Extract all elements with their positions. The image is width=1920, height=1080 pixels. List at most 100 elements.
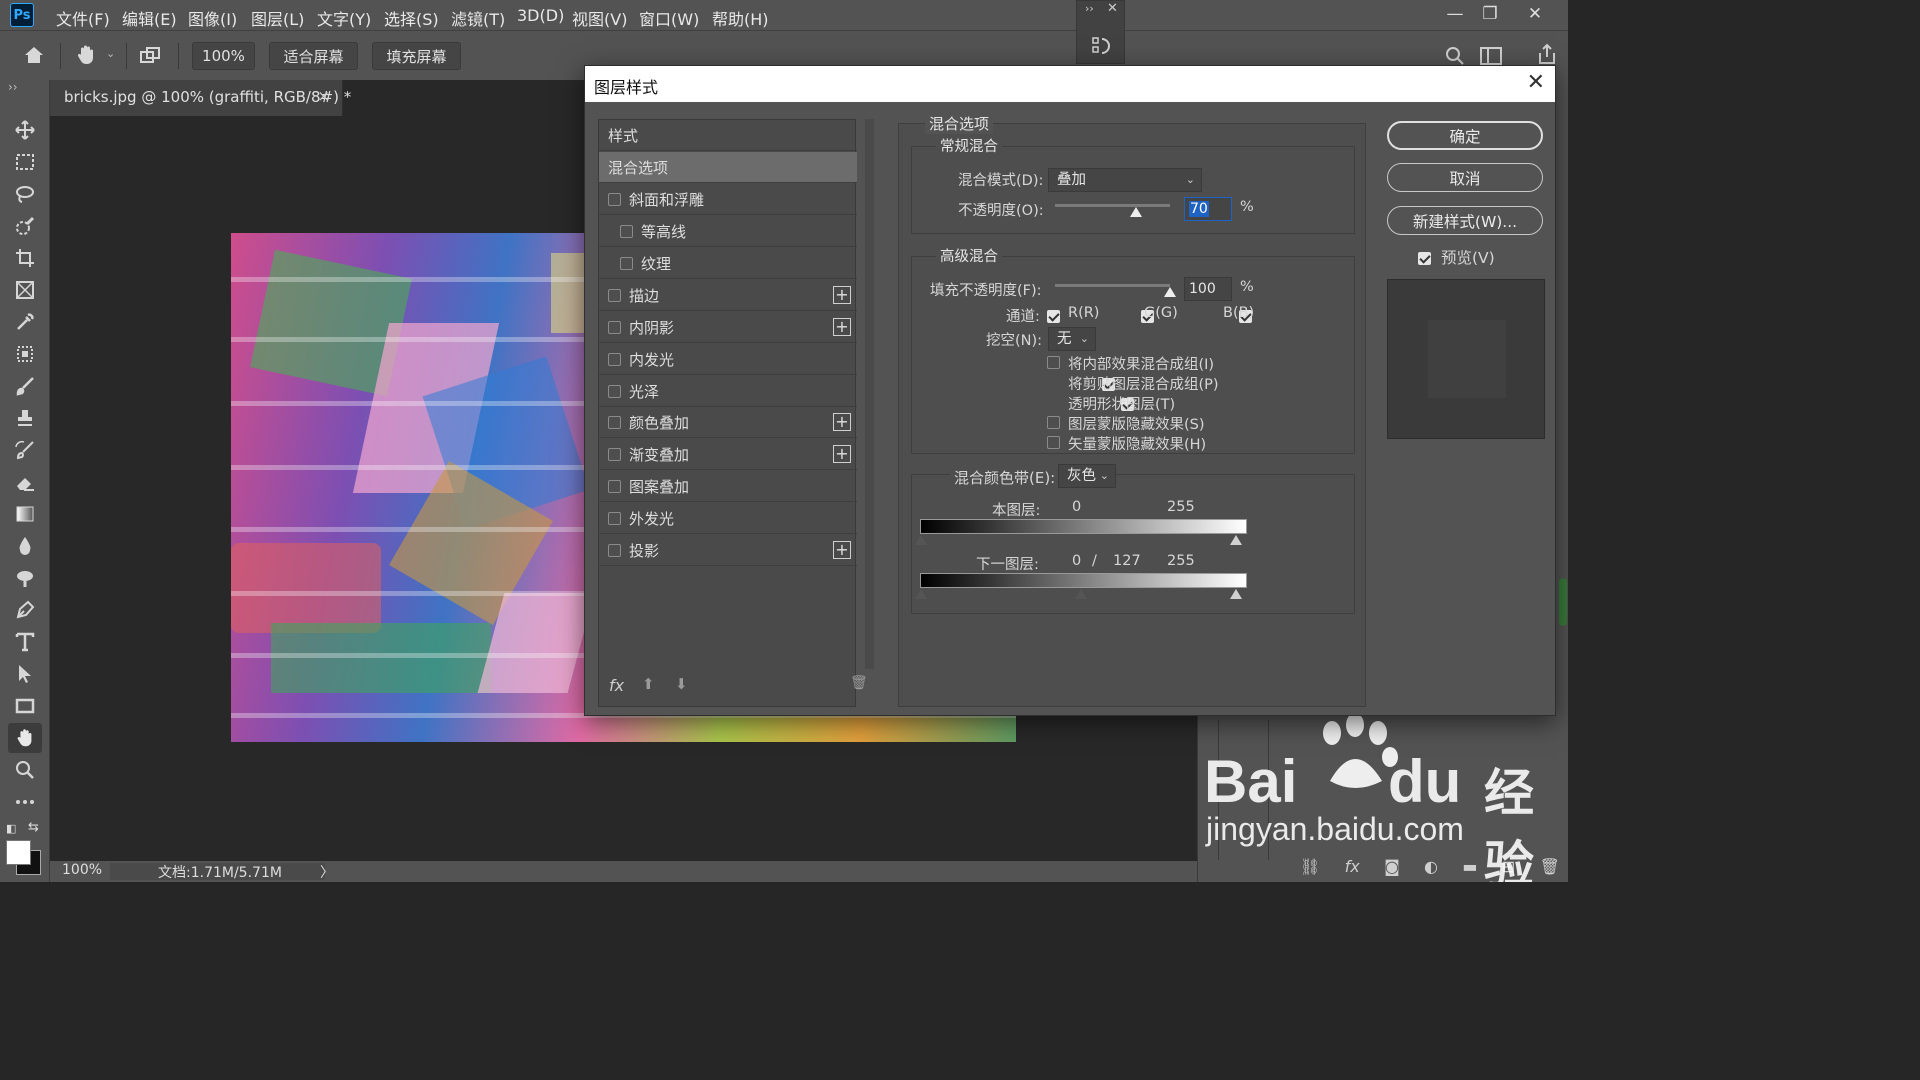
expand-panels-icon[interactable]: ›› [1085, 2, 1094, 15]
swap-colors-icon[interactable]: ⇆ [28, 820, 39, 835]
layer-mask-hides-checkbox[interactable] [1047, 416, 1060, 429]
style-checkbox[interactable] [608, 543, 621, 557]
style-checkbox[interactable] [620, 256, 633, 270]
chevron-down-icon[interactable]: ⌄ [106, 47, 115, 60]
style-checkbox[interactable] [620, 224, 633, 238]
style-item-inner-shadow[interactable]: 内阴影 + [599, 312, 857, 343]
type-tool-icon[interactable] [8, 627, 42, 657]
eraser-tool-icon[interactable] [8, 467, 42, 497]
style-checkbox[interactable] [608, 415, 621, 429]
opacity-slider[interactable] [1055, 204, 1170, 207]
new-group-icon[interactable]: ▬ [1462, 857, 1477, 876]
menu-type[interactable]: 文字(Y) [317, 6, 371, 30]
layer-fx-icon[interactable]: fx [1345, 857, 1360, 876]
style-item-inner-glow[interactable]: 内发光 [599, 344, 857, 375]
stamp-tool-icon[interactable] [8, 403, 42, 433]
link-layers-icon[interactable]: ⛓ [1300, 857, 1320, 876]
style-item-drop-shadow[interactable]: 投影 + [599, 535, 857, 566]
menu-file[interactable]: 文件(F) [56, 6, 110, 30]
fill-opacity-slider-thumb[interactable] [1164, 287, 1176, 297]
preview-checkbox[interactable] [1418, 252, 1431, 265]
blend-mode-dropdown[interactable]: 叠加 ⌄ [1048, 168, 1202, 192]
menu-window[interactable]: 窗口(W) [639, 6, 699, 30]
style-item-gradient-overlay[interactable]: 渐变叠加 + [599, 439, 857, 470]
fill-opacity-input[interactable]: 100 [1184, 277, 1232, 301]
underlying-gradient-bar[interactable] [920, 573, 1247, 588]
underlying-black-thumb[interactable] [915, 589, 927, 599]
panel-scrollbar[interactable] [1559, 578, 1567, 626]
opacity-slider-thumb[interactable] [1129, 207, 1142, 217]
fill-screen-button[interactable]: 填充屏幕 [372, 42, 461, 70]
hand-tool-icon[interactable] [74, 43, 98, 72]
close-panel-icon[interactable]: ✕ [1107, 1, 1118, 16]
opacity-input[interactable]: 70 [1184, 197, 1232, 221]
style-checkbox[interactable] [608, 511, 621, 525]
add-effect-icon[interactable]: + [833, 286, 851, 304]
style-item-outer-glow[interactable]: 外发光 [599, 503, 857, 534]
fit-screen-button[interactable]: 适合屏幕 [269, 42, 358, 70]
restore-icon[interactable]: ❐ [1475, 2, 1505, 26]
menu-select[interactable]: 选择(S) [384, 6, 439, 30]
style-item-satin[interactable]: 光泽 [599, 376, 857, 407]
style-checkbox[interactable] [608, 352, 621, 366]
fx-menu-icon[interactable]: fx [609, 676, 624, 695]
style-checkbox[interactable] [608, 479, 621, 493]
style-item-contour[interactable]: 等高线 [599, 216, 857, 247]
brush-tool-icon[interactable] [8, 371, 42, 401]
frame-tool-icon[interactable] [8, 275, 42, 305]
delete-effect-icon[interactable]: 🗑 [850, 675, 868, 691]
style-checkbox[interactable] [608, 288, 621, 302]
foreground-color-swatch[interactable] [6, 840, 31, 865]
underlying-split-thumb[interactable] [1075, 589, 1087, 599]
add-effect-icon[interactable]: + [833, 413, 851, 431]
path-selection-tool-icon[interactable] [8, 659, 42, 689]
cancel-button[interactable]: 取消 [1387, 163, 1543, 192]
style-item-texture[interactable]: 纹理 [599, 248, 857, 279]
add-effect-icon[interactable]: + [833, 541, 851, 559]
add-mask-icon[interactable]: ◙ [1384, 857, 1400, 876]
rectangle-tool-icon[interactable] [8, 691, 42, 721]
expand-panel-icon[interactable]: ›› [8, 80, 18, 94]
channel-r-checkbox[interactable] [1047, 310, 1060, 323]
blur-tool-icon[interactable] [8, 531, 42, 561]
new-style-button[interactable]: 新建样式(W)... [1387, 206, 1543, 235]
menu-layer[interactable]: 图层(L) [251, 6, 304, 30]
blend-if-dropdown[interactable]: 灰色 ⌄ [1058, 464, 1116, 488]
hand-tool-active-icon[interactable] [8, 723, 42, 753]
lasso-tool-icon[interactable] [8, 179, 42, 209]
zoom-tool-icon[interactable] [8, 755, 42, 785]
menu-image[interactable]: 图像(I) [188, 6, 237, 30]
ok-button[interactable]: 确定 [1387, 121, 1543, 150]
close-tab-icon[interactable]: × [317, 87, 330, 105]
menu-edit[interactable]: 编辑(E) [122, 6, 177, 30]
status-menu-arrow[interactable]: 〉 [320, 862, 334, 882]
move-up-icon[interactable]: ⬆ [642, 675, 655, 693]
menu-view[interactable]: 视图(V) [572, 6, 627, 30]
style-checkbox[interactable] [608, 384, 621, 398]
history-panel-icon[interactable] [1090, 35, 1112, 62]
menu-help[interactable]: 帮助(H) [712, 6, 769, 30]
dialog-close-icon[interactable]: ✕ [1527, 70, 1545, 95]
quick-selection-tool-icon[interactable] [8, 211, 42, 241]
eyedropper-tool-icon[interactable] [8, 307, 42, 337]
document-tab[interactable]: bricks.jpg @ 100% (graffiti, RGB/8#) * × [50, 80, 351, 116]
more-tools-icon[interactable] [8, 787, 42, 817]
move-tool-icon[interactable] [8, 115, 42, 145]
pen-tool-icon[interactable] [8, 595, 42, 625]
vector-mask-hides-checkbox[interactable] [1047, 436, 1060, 449]
this-layer-black-thumb[interactable] [915, 535, 927, 545]
history-brush-icon[interactable] [8, 435, 42, 465]
this-layer-gradient-bar[interactable] [920, 519, 1247, 534]
style-item-stroke[interactable]: 描边 + [599, 280, 857, 311]
status-zoom[interactable]: 100% [62, 862, 102, 878]
dodge-tool-icon[interactable] [8, 563, 42, 593]
adjustment-layer-icon[interactable]: ◐ [1424, 857, 1438, 876]
this-layer-white-thumb[interactable] [1230, 535, 1242, 545]
gradient-tool-icon[interactable] [8, 499, 42, 529]
blend-interior-checkbox[interactable] [1047, 356, 1060, 369]
style-checkbox[interactable] [608, 447, 621, 461]
style-item-blend-options[interactable]: 混合选项 [599, 152, 857, 183]
style-item-pattern-overlay[interactable]: 图案叠加 [599, 471, 857, 502]
default-colors-icon[interactable]: ◧ [6, 822, 16, 835]
style-checkbox[interactable] [608, 192, 621, 206]
